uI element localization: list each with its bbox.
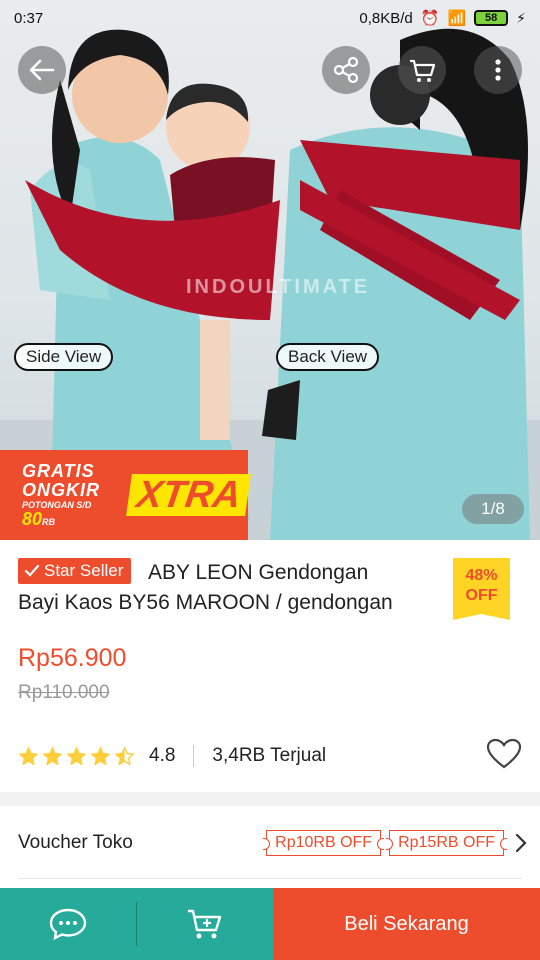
voucher-list: Rp10RB OFF Rp15RB OFF [263, 830, 507, 856]
check-icon [24, 564, 40, 577]
add-to-cart-button[interactable] [137, 888, 273, 960]
rating-value: 4.8 [149, 745, 176, 766]
back-icon [29, 59, 55, 81]
promo-line3-value: 80 [22, 509, 43, 529]
more-button[interactable] [474, 46, 522, 94]
more-icon [495, 59, 501, 81]
divider [193, 745, 195, 767]
star-seller-badge: Star Seller [18, 558, 132, 584]
star-icon [115, 746, 134, 765]
battery-level: 58 [485, 12, 498, 24]
divider [18, 878, 522, 879]
promo-line1: GRATIS [22, 461, 95, 481]
sold-count: 3,4RB Terjual [212, 745, 327, 766]
discount-off: OFF [465, 587, 498, 604]
cart-icon [410, 59, 436, 82]
discount-percent: 48% [465, 567, 498, 584]
side-view-label: Side View [14, 343, 114, 371]
buy-now-button[interactable]: Beli Sekarang [273, 888, 540, 960]
network-speed: 0,8KB/d [359, 9, 413, 27]
product-image-gallery[interactable]: 0:37 0,8KB/d ⏰ 📶 58 ⚡ INDOULTIMATE Side … [0, 0, 540, 540]
star-icon [91, 746, 110, 765]
xtra-badge: XTRA [125, 474, 251, 516]
battery-icon: 58 [474, 10, 509, 26]
original-price: Rp110.000 [18, 682, 110, 703]
star-seller-label: Star Seller [44, 561, 124, 580]
promo-line2: ONGKIR [22, 480, 100, 500]
star-icon [67, 746, 86, 765]
current-price: Rp56.900 [18, 644, 127, 672]
image-watermark: INDOULTIMATE [186, 276, 371, 298]
favorite-button[interactable] [486, 738, 522, 775]
share-icon [333, 56, 359, 84]
star-icon [19, 746, 38, 765]
rating-stars [18, 746, 135, 767]
status-time: 0:37 [14, 9, 44, 27]
voucher-row[interactable]: Voucher Toko Rp10RB OFF Rp15RB OFF [18, 818, 528, 868]
chat-button[interactable] [0, 888, 136, 960]
discount-badge: 48% OFF [453, 558, 510, 620]
rating-row: 4.8 3,4RB Terjual [18, 738, 522, 774]
cart-button[interactable] [398, 46, 446, 94]
status-bar: 0:37 0,8KB/d ⏰ 📶 58 ⚡ [0, 0, 540, 36]
charging-icon: ⚡ [516, 9, 526, 26]
back-button[interactable] [18, 46, 66, 94]
signal-icon: 📶 [447, 10, 467, 27]
heart-icon [486, 738, 522, 768]
free-shipping-text: GRATIS ONGKIR POTONGAN S/D 80RB [22, 462, 123, 528]
product-title-line2: Bayi Kaos BY56 MAROON / gendongan [18, 591, 393, 614]
chevron-right-icon [515, 833, 527, 853]
voucher-title: Voucher Toko [18, 832, 133, 853]
share-button[interactable] [322, 46, 370, 94]
alarm-icon: ⏰ [420, 10, 440, 27]
star-icon [43, 746, 62, 765]
chat-icon [49, 908, 87, 941]
add-to-cart-icon [188, 909, 222, 939]
voucher-ticket[interactable]: Rp15RB OFF [386, 830, 507, 856]
back-view-label: Back View [276, 343, 380, 371]
section-separator [0, 792, 540, 806]
voucher-ticket[interactable]: Rp10RB OFF [263, 830, 384, 856]
bottom-action-bar: Beli Sekarang [0, 888, 540, 960]
status-indicators: 0,8KB/d ⏰ 📶 58 ⚡ [359, 9, 526, 28]
bar-divider [136, 888, 137, 960]
promo-line3: POTONGAN S/D 80RB [22, 501, 123, 529]
promo-line3-suffix: RB [42, 517, 56, 527]
free-shipping-banner: GRATIS ONGKIR POTONGAN S/D 80RB XTRA [0, 450, 251, 540]
image-counter: 1/8 [462, 494, 524, 524]
